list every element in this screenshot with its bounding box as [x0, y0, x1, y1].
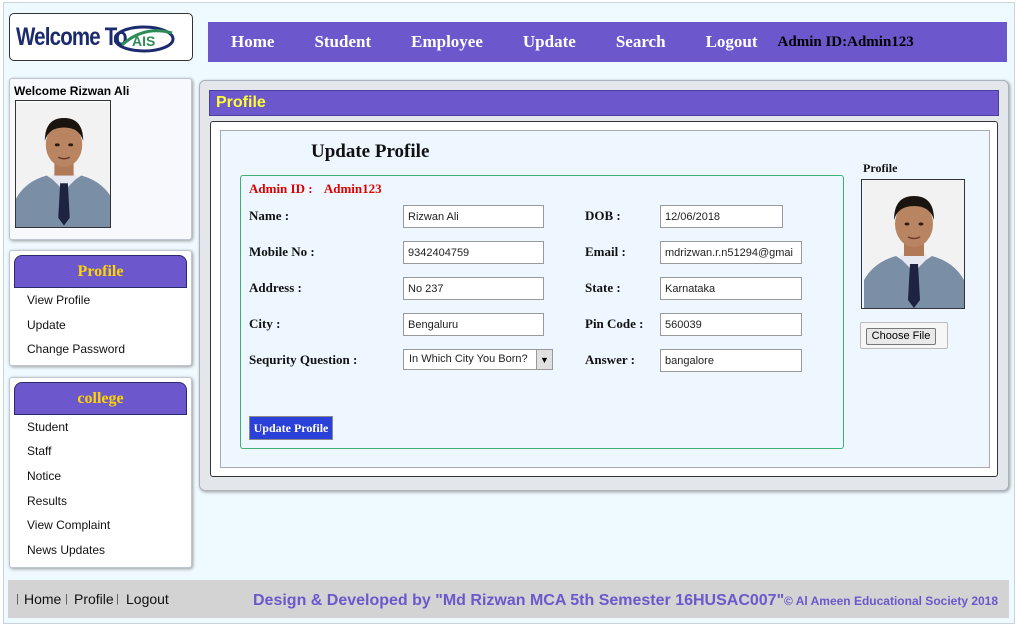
footer-link-logout[interactable]: Logout	[126, 591, 169, 607]
menu-change-password[interactable]: Change Password	[27, 342, 125, 356]
footer-separator: |	[16, 593, 19, 605]
site-logo[interactable]: Welcome To AIS	[9, 13, 193, 61]
footer-separator: |	[65, 593, 68, 605]
profile-menu-heading: Profile	[14, 255, 187, 288]
footer-link-home[interactable]: Home	[24, 591, 61, 607]
update-profile-button[interactable]: Update Profile	[249, 416, 333, 440]
profile-menu: Profile View Profile Update Change Passw…	[9, 250, 192, 366]
top-navigation: Home Student Employee Update Search Logo…	[208, 22, 1007, 62]
welcome-panel: Welcome Rizwan Ali	[9, 78, 192, 240]
nav-logout[interactable]: Logout	[706, 32, 758, 52]
profile-photo-label: Profile	[863, 161, 898, 175]
user-avatar	[15, 100, 111, 228]
welcome-text: Welcome Rizwan Ali	[14, 84, 130, 98]
logo-mark-text: AIS	[132, 33, 155, 49]
footer-credit: Design & Developed by "Md Rizwan MCA 5th…	[253, 592, 785, 609]
nav-home[interactable]: Home	[231, 32, 274, 52]
file-upload: Choose File	[860, 322, 948, 349]
menu-view-complaint[interactable]: View Complaint	[27, 518, 110, 532]
city-label: City :	[249, 316, 281, 331]
admin-id-value: Admin123	[323, 181, 382, 196]
menu-update[interactable]: Update	[27, 318, 66, 332]
mobile-input[interactable]	[403, 241, 544, 264]
nav-search[interactable]: Search	[616, 32, 666, 52]
footer: | Home | Profile | Logout Design & Devel…	[8, 580, 1009, 618]
pincode-input[interactable]	[660, 313, 802, 336]
name-label: Name :	[249, 208, 290, 223]
menu-view-profile[interactable]: View Profile	[27, 293, 90, 307]
form-admin-id: Admin ID : Admin123	[249, 181, 382, 197]
menu-notice[interactable]: Notice	[27, 469, 61, 483]
nav-student[interactable]: Student	[314, 32, 371, 52]
security-question-selected: In Which City You Born?	[409, 353, 528, 365]
nav-employee[interactable]: Employee	[411, 32, 483, 52]
security-question-label: Sequrity Question :	[249, 352, 358, 367]
email-input[interactable]	[660, 241, 802, 264]
state-label: State :	[585, 280, 621, 295]
dob-label: DOB :	[585, 208, 621, 223]
ais-logo-icon: AIS	[114, 25, 175, 53]
answer-input[interactable]	[660, 349, 802, 372]
address-input[interactable]	[403, 277, 544, 300]
menu-student[interactable]: Student	[27, 420, 68, 434]
admin-id-display: Admin ID:Admin123	[777, 33, 914, 50]
chevron-down-icon[interactable]: ▼	[536, 350, 552, 369]
logo-text: Welcome To	[16, 23, 127, 51]
address-label: Address :	[249, 280, 302, 295]
footer-link-profile[interactable]: Profile	[74, 591, 114, 607]
answer-label: Answer :	[585, 352, 635, 367]
footer-copyright: © Al Ameen Educational Society 2018	[784, 594, 999, 608]
menu-news-updates[interactable]: News Updates	[27, 543, 105, 557]
college-menu-heading: college	[14, 382, 187, 415]
menu-staff[interactable]: Staff	[27, 444, 51, 458]
city-input[interactable]	[403, 313, 544, 336]
dob-input[interactable]	[660, 205, 783, 228]
admin-id-label: Admin ID :	[249, 181, 313, 196]
email-label: Email :	[585, 244, 626, 259]
pincode-label: Pin Code :	[585, 316, 644, 331]
college-menu: college Student Staff Notice Results Vie…	[9, 377, 192, 568]
security-question-select[interactable]: In Which City You Born? ▼	[403, 349, 553, 370]
section-header: Profile	[209, 90, 999, 116]
footer-separator: |	[116, 593, 119, 605]
profile-photo	[861, 179, 965, 309]
choose-file-button[interactable]: Choose File	[866, 328, 936, 345]
menu-results[interactable]: Results	[27, 494, 67, 508]
name-input[interactable]	[403, 205, 544, 228]
nav-update[interactable]: Update	[523, 32, 576, 52]
form-title: Update Profile	[311, 141, 430, 162]
state-input[interactable]	[660, 277, 802, 300]
mobile-label: Mobile No :	[249, 244, 315, 259]
section-title: Profile	[216, 94, 266, 111]
